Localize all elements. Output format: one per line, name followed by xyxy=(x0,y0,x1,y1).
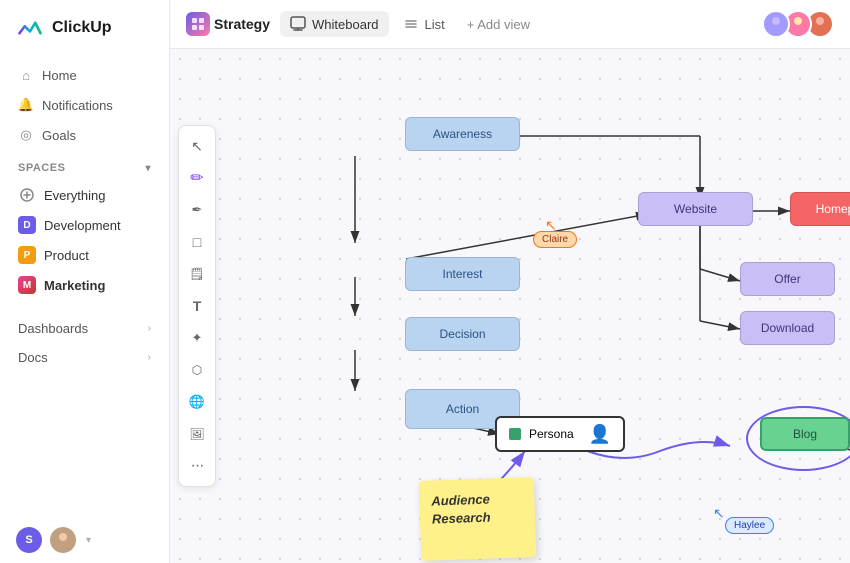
strategy-title: Strategy xyxy=(214,16,270,32)
cursor-label-claire: Claire xyxy=(533,231,577,248)
spaces-header: Spaces ▾ xyxy=(0,154,169,178)
tab-list[interactable]: List xyxy=(393,11,455,37)
chevron-down-user[interactable]: ▾ xyxy=(86,535,91,546)
marketing-label: Marketing xyxy=(44,278,105,293)
chevron-right-icon-docs: › xyxy=(148,352,151,363)
sticky-note-audience-research[interactable]: Audience Research xyxy=(419,477,537,561)
development-label: Development xyxy=(44,218,121,233)
development-dot: D xyxy=(18,216,36,234)
add-view-label: + Add view xyxy=(467,17,530,32)
box-homepage[interactable]: Homepage xyxy=(790,192,850,226)
product-label: Product xyxy=(44,248,89,263)
user-avatar-face xyxy=(50,527,76,553)
pen-tool[interactable]: ✒ xyxy=(183,196,211,224)
box-offer[interactable]: Offer xyxy=(740,262,835,296)
whiteboard-tab-label: Whiteboard xyxy=(312,17,378,32)
spaces-list: Everything D Development P Product M Mar… xyxy=(0,178,169,302)
sidebar-item-docs[interactable]: Docs › xyxy=(8,343,161,372)
topbar: Strategy Whiteboard List + Add view xyxy=(170,0,850,49)
box-awareness[interactable]: Awareness xyxy=(405,117,520,151)
persona-dot xyxy=(509,428,521,440)
home-label: Home xyxy=(42,68,77,83)
sidebar-sections: Dashboards › Docs › xyxy=(0,310,169,376)
cursor-tool[interactable]: ↖ xyxy=(183,132,211,160)
image-tool[interactable]: 🖼 xyxy=(183,420,211,448)
logo: ClickUp xyxy=(0,0,169,56)
whiteboard-canvas[interactable]: ↖ ✏ ✒ □ 🗒 T ✦ ⬡ 🌐 🖼 ··· xyxy=(170,49,850,563)
box-decision[interactable]: Decision xyxy=(405,317,520,351)
everything-icon xyxy=(18,186,36,204)
box-interest[interactable]: Interest xyxy=(405,257,520,291)
whiteboard-tab-icon xyxy=(290,16,306,32)
target-icon: ◎ xyxy=(18,127,34,143)
user-avatar-s[interactable]: S xyxy=(16,527,42,553)
bell-icon: 🔔 xyxy=(18,97,34,113)
list-tab-icon xyxy=(403,16,419,32)
canvas-toolbar: ↖ ✏ ✒ □ 🗒 T ✦ ⬡ 🌐 🖼 ··· xyxy=(178,125,216,487)
app-name: ClickUp xyxy=(52,19,112,37)
sidebar-item-marketing[interactable]: M Marketing xyxy=(8,270,161,300)
box-blog[interactable]: Blog xyxy=(760,417,850,451)
box-website[interactable]: Website xyxy=(638,192,753,226)
add-view-button[interactable]: + Add view xyxy=(459,12,538,37)
sidebar-item-notifications[interactable]: 🔔 Notifications xyxy=(8,90,161,120)
home-icon: ⌂ xyxy=(18,67,34,83)
sidebar-item-product[interactable]: P Product xyxy=(8,240,161,270)
sidebar-bottom: S ▾ xyxy=(0,517,169,563)
spaces-label: Spaces xyxy=(18,162,65,174)
sidebar-item-everything[interactable]: Everything xyxy=(8,180,161,210)
box-download[interactable]: Download xyxy=(740,311,835,345)
text-tool[interactable]: T xyxy=(183,292,211,320)
chevron-right-icon: › xyxy=(148,323,151,334)
clickup-logo-icon xyxy=(16,14,44,42)
list-tab-label: List xyxy=(425,17,445,32)
sparkle-tool[interactable]: ✦ xyxy=(183,324,211,352)
strategy-icon xyxy=(186,12,210,36)
sidebar: ClickUp ⌂ Home 🔔 Notifications ◎ Goals S… xyxy=(0,0,170,563)
sidebar-nav: ⌂ Home 🔔 Notifications ◎ Goals xyxy=(0,56,169,154)
sidebar-item-dashboards[interactable]: Dashboards › xyxy=(8,314,161,343)
box-persona[interactable]: Persona 👤 xyxy=(495,416,625,452)
chevron-down-icon: ▾ xyxy=(145,163,151,174)
more-tool[interactable]: ··· xyxy=(183,452,211,480)
sidebar-item-home[interactable]: ⌂ Home xyxy=(8,60,161,90)
pen-plus-tool[interactable]: ✏ xyxy=(183,164,211,192)
nodes-tool[interactable]: ⬡ xyxy=(183,356,211,384)
marketing-dot: M xyxy=(18,276,36,294)
topbar-right xyxy=(762,10,834,38)
persona-label: Persona xyxy=(529,427,574,441)
product-dot: P xyxy=(18,246,36,264)
avatar-group xyxy=(762,10,834,38)
avatar-1 xyxy=(762,10,790,38)
goals-label: Goals xyxy=(42,128,76,143)
sidebar-item-development[interactable]: D Development xyxy=(8,210,161,240)
main-content: Strategy Whiteboard List + Add view xyxy=(170,0,850,563)
tab-whiteboard[interactable]: Whiteboard xyxy=(280,11,388,37)
sidebar-item-goals[interactable]: ◎ Goals xyxy=(8,120,161,150)
persona-avatar: 👤 xyxy=(589,424,611,445)
sticky-note-tool[interactable]: 🗒 xyxy=(183,260,211,288)
docs-label: Docs xyxy=(18,350,48,365)
notifications-label: Notifications xyxy=(42,98,113,113)
everything-label: Everything xyxy=(44,188,105,203)
rectangle-tool[interactable]: □ xyxy=(183,228,211,256)
cursor-label-haylee: Haylee xyxy=(725,517,774,534)
globe-tool[interactable]: 🌐 xyxy=(183,388,211,416)
dashboards-label: Dashboards xyxy=(18,321,88,336)
